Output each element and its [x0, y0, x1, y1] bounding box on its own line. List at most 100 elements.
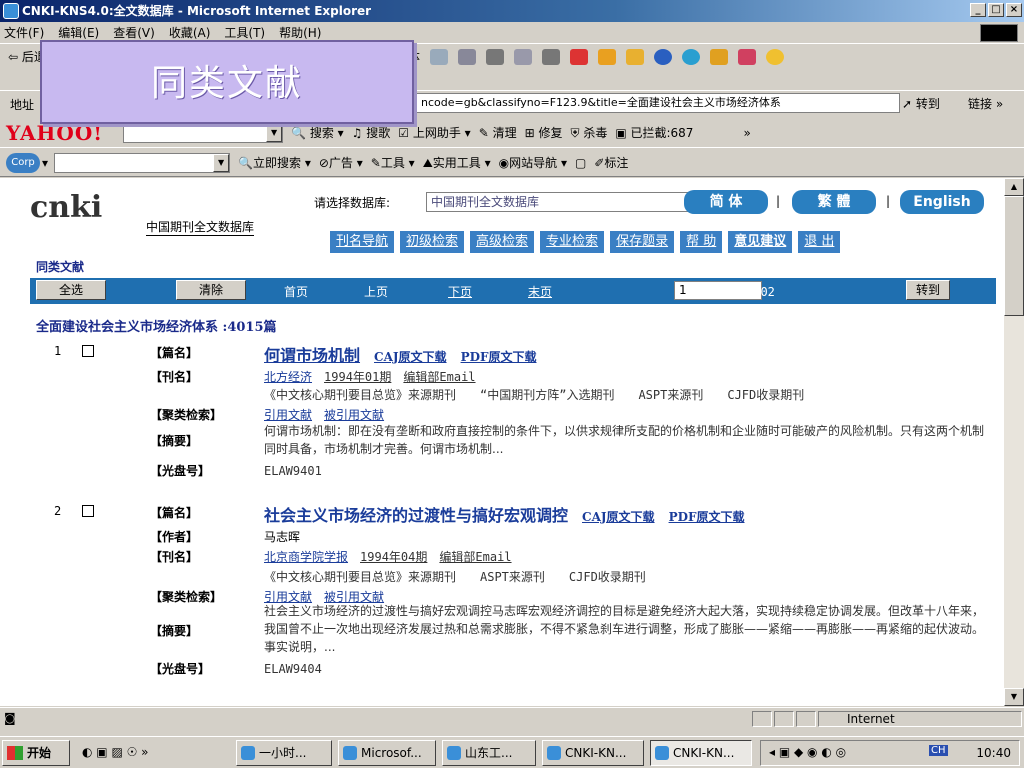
- nav-advanced-search[interactable]: 高级检索: [470, 231, 535, 253]
- antivirus-button[interactable]: ⛨ 杀毒: [570, 124, 607, 141]
- search-assist-icon[interactable]: [681, 48, 700, 65]
- vertical-scrollbar[interactable]: ▲ ▼: [1004, 178, 1024, 706]
- editor-email-link[interactable]: 编辑部Email: [403, 370, 475, 384]
- db-select-value: 中国期刊全文数据库: [431, 195, 540, 209]
- issue-link[interactable]: 1994年01期: [324, 370, 391, 384]
- start-button[interactable]: 开始: [2, 740, 70, 766]
- next-page[interactable]: 下页: [448, 283, 472, 300]
- cited-link[interactable]: 被引用文献: [324, 408, 384, 422]
- journal-link[interactable]: 北方经济: [264, 370, 312, 384]
- menu-help[interactable]: 帮助(H): [279, 24, 321, 41]
- links-button[interactable]: 链接 »: [968, 95, 1003, 112]
- tray-icons[interactable]: ◂ ▣ ◆ ◉ ◐ ◎: [769, 745, 846, 759]
- smiley-icon[interactable]: [709, 48, 728, 65]
- status-pane: [752, 711, 772, 727]
- tools-button[interactable]: ✎工具 ▾: [371, 154, 415, 171]
- cite-link[interactable]: 引用文献: [264, 408, 312, 422]
- messenger-icon[interactable]: [597, 48, 616, 65]
- clean-button[interactable]: ✎ 清理: [479, 124, 517, 141]
- record-title[interactable]: 何谓市场机制: [264, 346, 360, 365]
- repair-button[interactable]: ⊞ 修复: [525, 124, 563, 141]
- record-checkbox[interactable]: [82, 505, 94, 517]
- cluster-label: 【聚类检索】: [150, 408, 223, 422]
- edit-icon[interactable]: [513, 48, 532, 65]
- globe-icon[interactable]: [653, 48, 672, 65]
- helper-label: 上网助手: [412, 126, 461, 140]
- nav-help[interactable]: 帮 助: [680, 231, 723, 253]
- task-button-active[interactable]: CNKI-KN...: [650, 740, 752, 766]
- close-button[interactable]: ×: [1006, 3, 1022, 17]
- menu-tools[interactable]: 工具(T): [224, 24, 265, 41]
- prev-page[interactable]: 上页: [364, 283, 388, 300]
- nav-feedback[interactable]: 意见建议: [728, 231, 793, 253]
- editor-email-link[interactable]: 编辑部Email: [439, 550, 511, 564]
- traditional-button[interactable]: 繁 體: [792, 190, 876, 214]
- qq-icon[interactable]: [569, 48, 588, 65]
- mail-icon[interactable]: [457, 48, 476, 65]
- caj-download-link[interactable]: CAJ原文下载: [374, 350, 447, 364]
- task-button[interactable]: Microsof...: [338, 740, 436, 766]
- author-name: 马志晖: [264, 530, 301, 544]
- go-button[interactable]: ➚ 转到: [902, 95, 940, 112]
- nav-expert-search[interactable]: 专业检索: [540, 231, 605, 253]
- scroll-up-icon[interactable]: ▲: [1004, 178, 1024, 196]
- corp-search-input[interactable]: ▼: [54, 152, 231, 173]
- clipboard-icon[interactable]: ▢: [575, 156, 586, 170]
- emoji-icon[interactable]: [765, 48, 784, 65]
- db-select[interactable]: 中国期刊全文数据库▼: [426, 192, 704, 212]
- first-page[interactable]: 首页: [284, 283, 308, 300]
- menu-view[interactable]: 查看(V): [113, 24, 155, 41]
- helper-button[interactable]: ☑ 上网助手 ▾: [398, 124, 470, 141]
- separator: |: [886, 194, 891, 208]
- corp-dropdown-icon[interactable]: ▾: [42, 156, 48, 170]
- select-all-button[interactable]: 全选: [36, 280, 106, 300]
- task-button[interactable]: CNKI-KN...: [542, 740, 644, 766]
- history-icon[interactable]: [429, 48, 448, 65]
- chevron-down-icon[interactable]: ▼: [266, 123, 283, 142]
- scroll-thumb[interactable]: [1004, 196, 1024, 316]
- menu-edit[interactable]: 编辑(E): [58, 24, 99, 41]
- nav-logout[interactable]: 退 出: [798, 231, 841, 253]
- pdf-download-link[interactable]: PDF原文下载: [669, 510, 745, 524]
- scroll-down-icon[interactable]: ▼: [1004, 688, 1024, 706]
- english-button[interactable]: English: [900, 190, 984, 214]
- chevron-down-icon[interactable]: ▼: [213, 153, 230, 172]
- record-checkbox[interactable]: [82, 345, 94, 357]
- corp-logo[interactable]: Corp: [6, 152, 40, 173]
- menu-favorites[interactable]: 收藏(A): [169, 24, 211, 41]
- last-page[interactable]: 末页: [528, 283, 552, 300]
- clear-button[interactable]: 清除: [176, 280, 246, 300]
- maximize-button[interactable]: □: [988, 3, 1004, 17]
- song-search-button[interactable]: ♫ 搜歌: [352, 124, 391, 141]
- popup-blocked-counter[interactable]: ▣ 已拦截:687: [615, 124, 693, 141]
- nav-journal[interactable]: 刊名导航: [330, 231, 395, 253]
- tool-icon[interactable]: [737, 48, 756, 65]
- yahoo-search-button[interactable]: 🔍 搜索 ▾: [291, 124, 344, 141]
- instant-search-button[interactable]: 🔍立即搜索 ▾: [238, 154, 311, 171]
- minimize-button[interactable]: _: [970, 3, 986, 17]
- print-icon[interactable]: [485, 48, 504, 65]
- ime-indicator[interactable]: CH: [929, 745, 948, 756]
- discuss-icon[interactable]: [541, 48, 560, 65]
- quick-launch-icons[interactable]: ◐ ▣ ▨ ☉ »: [82, 745, 149, 759]
- menu-file[interactable]: 文件(F): [4, 24, 44, 41]
- issue-link[interactable]: 1994年04期: [360, 550, 427, 564]
- ad-button[interactable]: ⊘广告 ▾: [319, 154, 363, 171]
- simplified-button[interactable]: 简 体: [684, 190, 768, 214]
- nav-basic-search[interactable]: 初级检索: [400, 231, 465, 253]
- task-button[interactable]: 一小时...: [236, 740, 332, 766]
- task-button[interactable]: 山东工...: [442, 740, 536, 766]
- record-title[interactable]: 社会主义市场经济的过渡性与搞好宏观调控: [264, 506, 568, 525]
- source-list: 《中文核心期刊要目总览》来源期刊 “中国期刊方阵”入选期刊 ASPT来源刊 CJ…: [264, 388, 805, 402]
- utility-button[interactable]: ⛰实用工具 ▾: [423, 154, 491, 171]
- site-nav-button[interactable]: ◉网站导航 ▾: [499, 154, 567, 171]
- cnki-logo[interactable]: cnki: [30, 190, 102, 225]
- pdf-download-link[interactable]: PDF原文下载: [461, 350, 537, 364]
- annotate-button[interactable]: ✐标注: [594, 154, 628, 171]
- toolbar-overflow-icon[interactable]: »: [743, 126, 750, 140]
- nav-save[interactable]: 保存题录: [610, 231, 675, 253]
- journal-link[interactable]: 北京商学院学报: [264, 550, 348, 564]
- goto-page-button[interactable]: 转到: [906, 280, 950, 300]
- caj-download-link[interactable]: CAJ原文下载: [582, 510, 655, 524]
- plugin-icon[interactable]: [625, 48, 644, 65]
